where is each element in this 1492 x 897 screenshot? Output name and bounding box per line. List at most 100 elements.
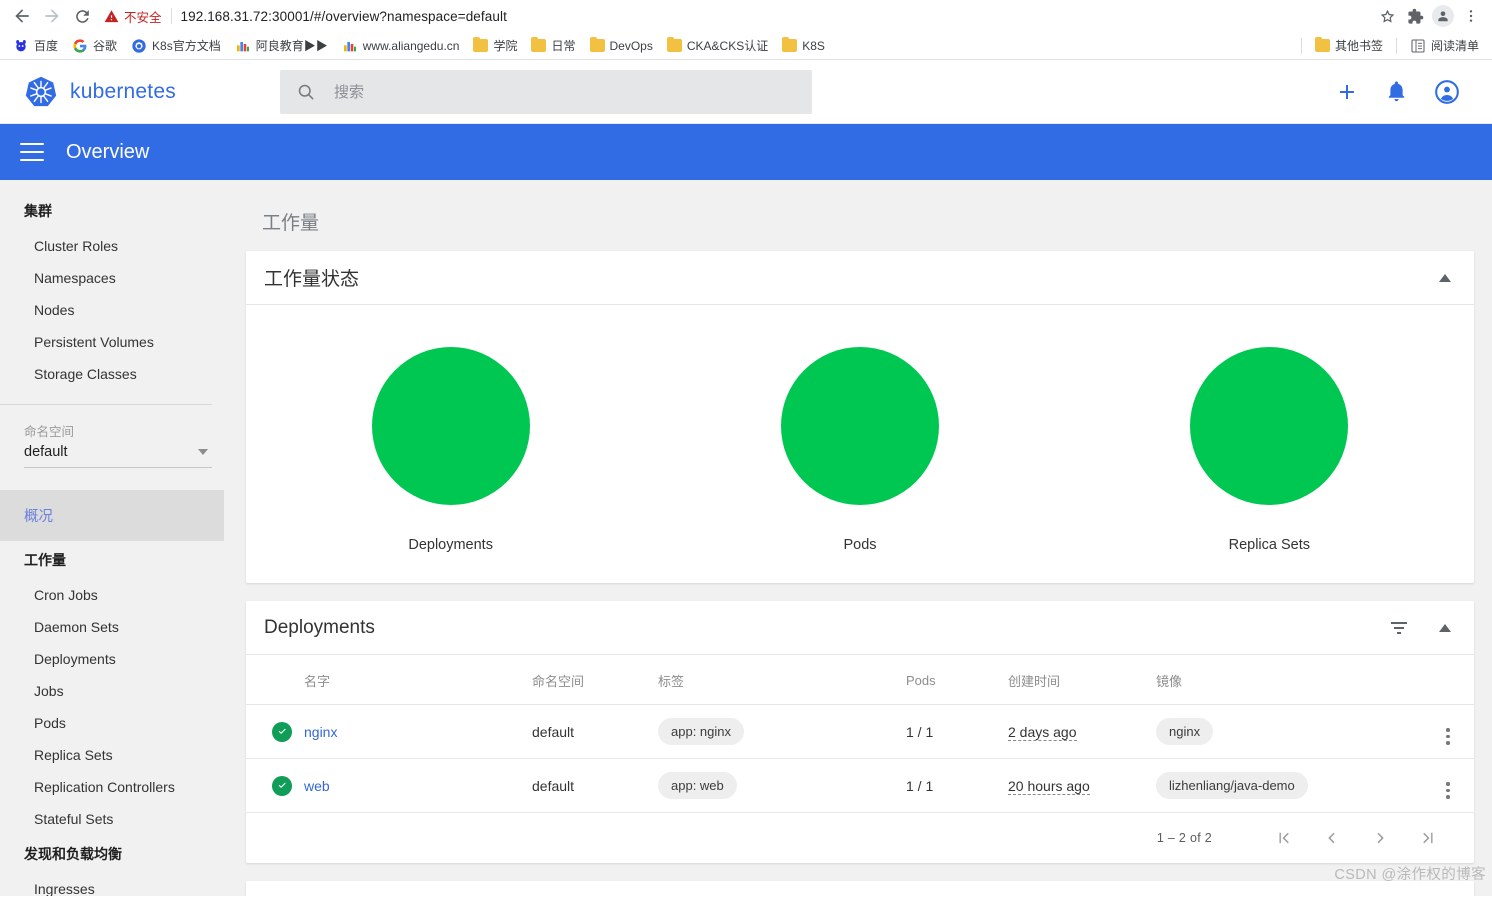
omnibox-divider <box>170 8 172 24</box>
sidebar-item-daemon-sets[interactable]: Daemon Sets <box>0 611 224 643</box>
profile-avatar-icon[interactable] <box>1430 3 1456 29</box>
sidebar-item-storage-classes[interactable]: Storage Classes <box>0 358 224 390</box>
sidebar-item-nodes[interactable]: Nodes <box>0 294 224 326</box>
plus-icon[interactable] <box>1335 80 1359 104</box>
column-created[interactable]: 创建时间 <box>1008 655 1156 705</box>
deployments-card: Deployments 名字 命名空间 标签 Pods 创建时间 镜像 ngin… <box>246 601 1474 863</box>
bookmarks-divider <box>1300 37 1302 54</box>
bookmark-item[interactable]: 学院 <box>466 35 524 56</box>
sidebar-item-deployments[interactable]: Deployments <box>0 643 224 675</box>
deployments-table: 名字 命名空间 标签 Pods 创建时间 镜像 nginx default ap… <box>246 655 1474 813</box>
sidebar-item-stateful-sets[interactable]: Stateful Sets <box>0 803 224 835</box>
app-logo[interactable]: kubernetes <box>16 75 252 109</box>
omnibox[interactable]: 不安全 192.168.31.72:30001/#/overview?names… <box>104 3 1366 29</box>
search-input[interactable]: 搜索 <box>280 69 812 114</box>
aliang-favicon <box>236 41 249 51</box>
account-circle-icon[interactable] <box>1434 79 1460 105</box>
sidebar-item-ingresses[interactable]: Ingresses <box>0 873 224 896</box>
bookmark-item[interactable]: CKA&CKS认证 <box>660 35 775 56</box>
column-images[interactable]: 镜像 <box>1156 655 1422 705</box>
sidebar-item-replication-controllers[interactable]: Replication Controllers <box>0 771 224 803</box>
row-labels: app: nginx <box>658 704 906 759</box>
reload-icon[interactable] <box>68 2 96 30</box>
other-bookmarks-button[interactable]: 其他书签 <box>1308 35 1390 56</box>
row-namespace: default <box>532 704 658 759</box>
column-pods[interactable]: Pods <box>906 655 1008 705</box>
sidebar-item-namespaces[interactable]: Namespaces <box>0 262 224 294</box>
chrome-menu-icon[interactable] <box>1458 3 1484 29</box>
age-tooltip-text[interactable]: 20 hours ago <box>1008 777 1090 795</box>
label-chip[interactable]: app: web <box>658 772 737 799</box>
bell-icon[interactable] <box>1385 80 1408 103</box>
table-body: nginx default app: nginx 1 / 1 2 days ag… <box>246 704 1474 813</box>
pods-card: Pods <box>246 881 1474 896</box>
row-labels: app: web <box>658 758 906 813</box>
sidebar-item-cron-jobs[interactable]: Cron Jobs <box>0 579 224 611</box>
table-row[interactable]: nginx default app: nginx 1 / 1 2 days ag… <box>246 704 1474 759</box>
next-page-icon[interactable] <box>1356 818 1404 858</box>
app-body: 集群 Cluster Roles Namespaces Nodes Persis… <box>0 180 1492 896</box>
bookmark-item[interactable]: 百度 <box>6 35 65 56</box>
namespace-select[interactable]: default <box>24 444 212 468</box>
bookmark-item[interactable]: 谷歌 <box>65 35 124 56</box>
hamburger-menu-icon[interactable] <box>20 143 44 161</box>
content-heading: 工作量 <box>262 213 320 234</box>
bookmark-item[interactable]: K8S <box>775 37 832 55</box>
row-image: lizhenliang/java-demo <box>1156 758 1422 813</box>
last-page-icon[interactable] <box>1404 818 1452 858</box>
more-vert-icon[interactable] <box>1446 782 1450 799</box>
bookmark-item[interactable]: www.aliangedu.cn <box>335 36 467 56</box>
topbar-actions <box>1335 79 1476 105</box>
sidebar-item-cluster-roles[interactable]: Cluster Roles <box>0 230 224 262</box>
row-actions[interactable] <box>1422 704 1474 759</box>
first-page-icon[interactable] <box>1260 818 1308 858</box>
status-chart-deployments[interactable]: Deployments <box>246 347 655 553</box>
workload-status-card: 工作量状态 Deployments Pods Replica Sets <box>246 251 1474 583</box>
sidebar-item-pods[interactable]: Pods <box>0 707 224 739</box>
sidebar-item-replica-sets[interactable]: Replica Sets <box>0 739 224 771</box>
baidu-favicon <box>16 39 26 51</box>
sidebar-item-overview[interactable]: 概况 <box>0 490 224 541</box>
row-actions[interactable] <box>1422 758 1474 813</box>
search-placeholder: 搜索 <box>334 84 365 101</box>
table-row[interactable]: web default app: web 1 / 1 20 hours ago <box>246 758 1474 813</box>
bookmark-label: 学院 <box>493 39 518 53</box>
omnibox-actions <box>1374 3 1484 29</box>
status-chart-replica-sets[interactable]: Replica Sets <box>1065 347 1474 553</box>
image-chip[interactable]: nginx <box>1156 718 1214 745</box>
forward-icon[interactable] <box>38 2 66 30</box>
image-chip[interactable]: lizhenliang/java-demo <box>1156 772 1308 799</box>
reading-list-button[interactable]: 阅读清单 <box>1403 35 1486 56</box>
label-chip[interactable]: app: nginx <box>658 718 744 745</box>
sidebar-section-cluster: 集群 <box>24 203 52 219</box>
bookmark-label: K8s官方文档 <box>152 39 221 53</box>
status-chart-pods[interactable]: Pods <box>655 347 1064 553</box>
previous-page-icon[interactable] <box>1308 818 1356 858</box>
sidebar-item-jobs[interactable]: Jobs <box>0 675 224 707</box>
card-title: Deployments <box>264 616 375 638</box>
back-icon[interactable] <box>8 2 36 30</box>
bookmark-item[interactable]: 日常 <box>524 35 582 56</box>
bookmark-star-icon[interactable] <box>1374 3 1400 29</box>
deployment-link[interactable]: web <box>304 778 330 794</box>
column-labels[interactable]: 标签 <box>658 655 906 705</box>
filter-funnel-icon[interactable] <box>1390 621 1408 635</box>
deployment-link[interactable]: nginx <box>304 724 337 740</box>
chevron-up-icon[interactable] <box>1438 273 1452 283</box>
age-tooltip-text[interactable]: 2 days ago <box>1008 723 1077 741</box>
page-banner: Overview <box>0 124 1492 180</box>
extensions-puzzle-icon[interactable] <box>1402 3 1428 29</box>
security-warning-indicator[interactable]: 不安全 <box>104 7 162 26</box>
more-vert-icon[interactable] <box>1446 728 1450 745</box>
row-status <box>246 758 304 813</box>
bookmark-item[interactable]: 阿良教育▶▶ <box>228 35 335 56</box>
column-name[interactable]: 名字 <box>304 655 532 705</box>
bookmark-item[interactable]: DevOps <box>583 37 660 55</box>
column-namespace[interactable]: 命名空间 <box>532 655 658 705</box>
row-created: 20 hours ago <box>1008 758 1156 813</box>
bookmark-label: DevOps <box>609 38 653 53</box>
row-image: nginx <box>1156 704 1422 759</box>
chevron-up-icon[interactable] <box>1438 623 1452 633</box>
bookmark-item[interactable]: K8s官方文档 <box>124 35 228 56</box>
sidebar-item-persistent-volumes[interactable]: Persistent Volumes <box>0 326 224 358</box>
